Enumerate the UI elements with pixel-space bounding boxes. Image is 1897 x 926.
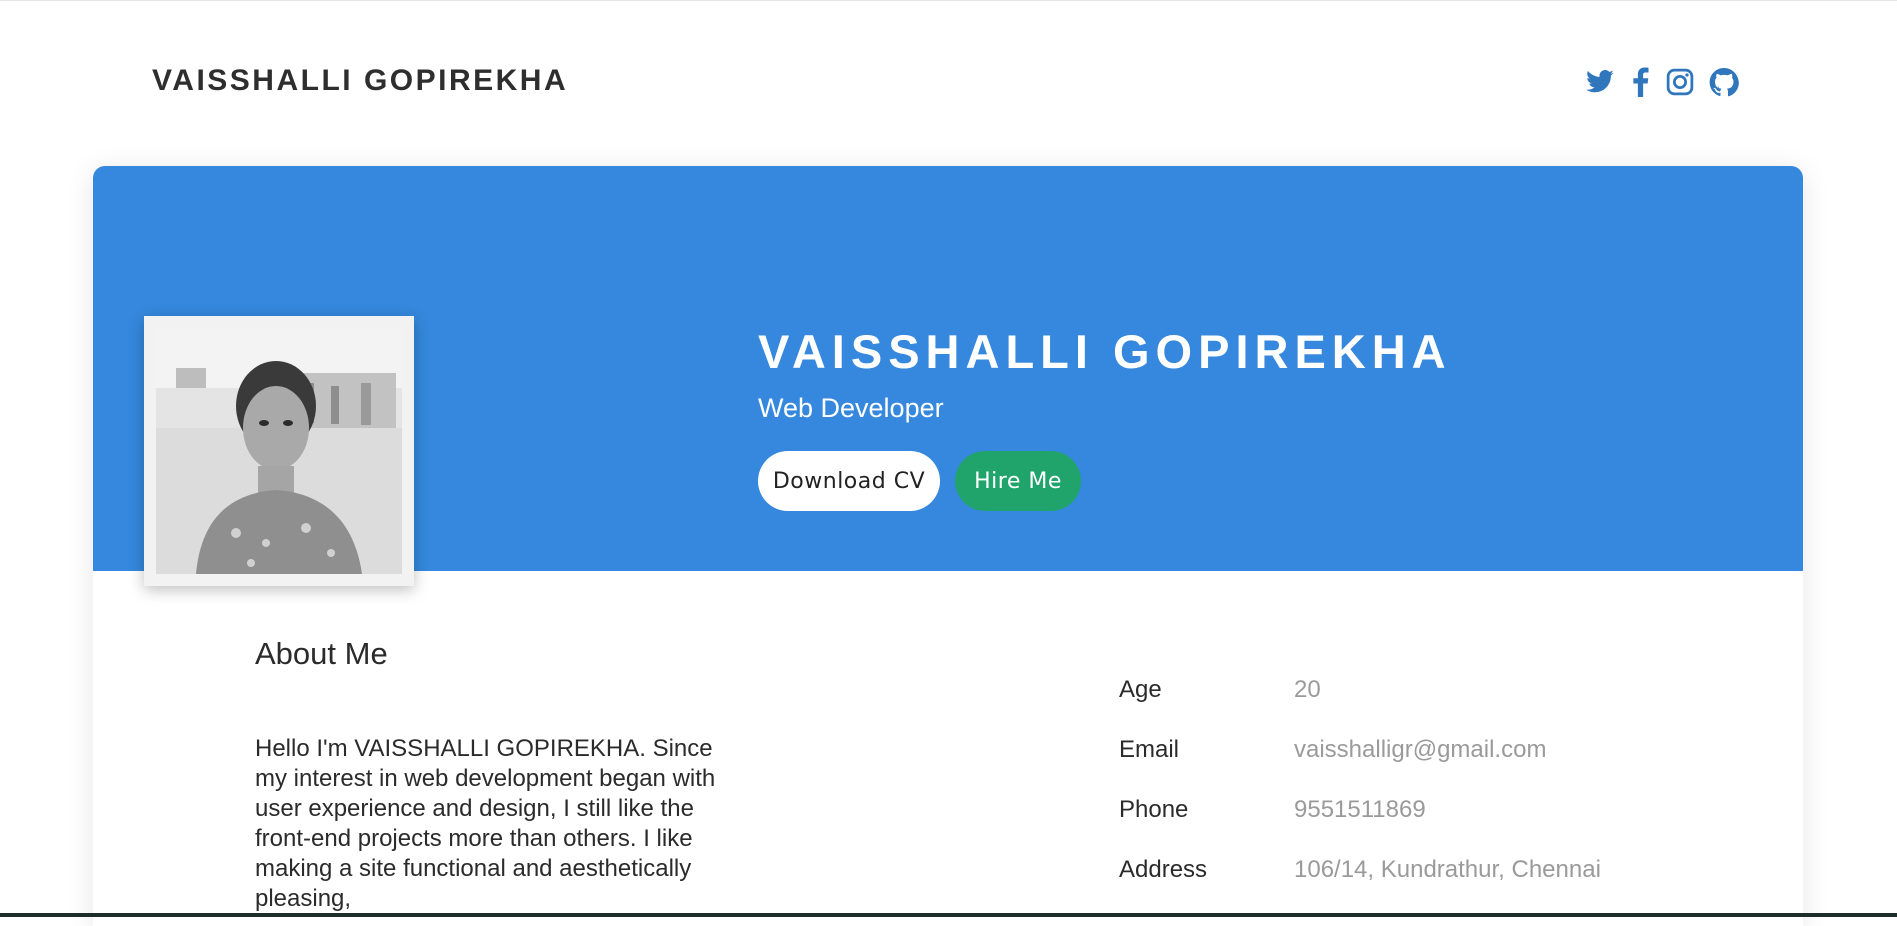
hero-role: Web Developer — [758, 393, 944, 423]
hero-name: VAISSHALLI GOPIREKHA — [758, 325, 1452, 378]
instagram-link[interactable] — [1665, 67, 1695, 97]
person-photo-illustration — [156, 328, 402, 574]
taskbar-edge — [0, 913, 1897, 917]
facebook-link[interactable] — [1629, 67, 1651, 97]
info-row-phone: Phone 9551511869 — [1119, 796, 1759, 856]
info-label: Address — [1119, 856, 1208, 883]
info-row-address: Address 106/14, Kundrathur, Chennai — [1119, 856, 1759, 916]
github-link[interactable] — [1709, 67, 1739, 97]
info-value[interactable]: vaisshalligr@gmail.com — [1294, 736, 1546, 764]
about-title: About Me — [255, 636, 388, 671]
site-header: VAISSHALLI GOPIREKHA — [0, 0, 1897, 166]
info-value: 9551511869 — [1294, 796, 1426, 823]
brand-logo-text[interactable]: VAISSHALLI GOPIREKHA — [152, 64, 568, 98]
info-label: Email — [1119, 736, 1180, 763]
info-value: 106/14, Kundrathur, Chennai — [1294, 856, 1601, 883]
profile-photo-frame — [144, 316, 414, 586]
profile-photo — [156, 328, 402, 574]
download-cv-button[interactable]: Download CV — [758, 451, 940, 511]
hero-banner: VAISSHALLI GOPIREKHA Web Developer Downl… — [93, 166, 1803, 586]
info-label: Age — [1119, 676, 1162, 703]
github-icon — [1709, 68, 1739, 97]
info-value: 20 — [1294, 676, 1321, 703]
instagram-icon — [1666, 68, 1694, 96]
facebook-icon — [1633, 67, 1649, 97]
profile-card: VAISSHALLI GOPIREKHA Web Developer Downl… — [93, 166, 1803, 926]
info-label: Phone — [1119, 796, 1189, 823]
twitter-icon — [1586, 70, 1614, 93]
personal-info: Age 20 Email vaisshalligr@gmail.com Phon… — [1119, 676, 1759, 916]
info-row-age: Age 20 — [1119, 676, 1759, 736]
twitter-link[interactable] — [1585, 67, 1615, 97]
about-text: Hello I'm VAISSHALLI GOPIREKHA. Since my… — [255, 735, 716, 912]
info-row-email: Email vaisshalligr@gmail.com — [1119, 736, 1759, 796]
social-links — [1585, 66, 1739, 98]
hire-me-button[interactable]: Hire Me — [955, 451, 1081, 511]
